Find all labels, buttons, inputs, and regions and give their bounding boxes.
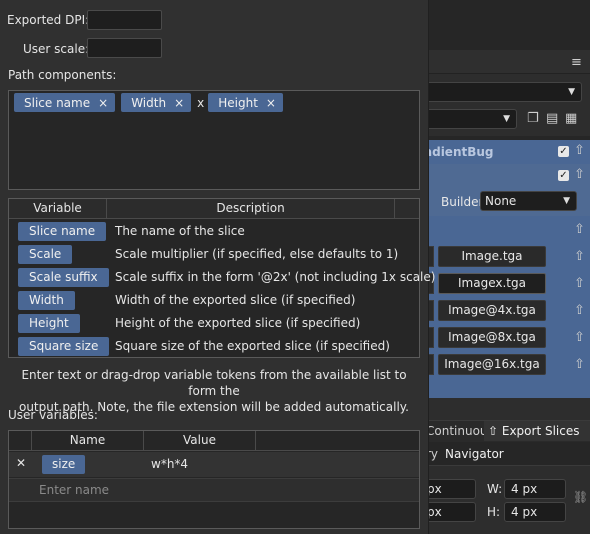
export-icon[interactable]: ⇧ [574, 168, 585, 182]
user-scale-field[interactable] [87, 38, 162, 58]
path-token-row: Slice name × Width × x Height × [14, 93, 289, 112]
tab-navigator[interactable]: Navigator [445, 447, 504, 461]
user-variable-name-token[interactable]: size [42, 455, 86, 474]
panel-header: ≡ [420, 50, 590, 74]
slice-file-name[interactable]: Imagex.tga [438, 273, 546, 294]
user-scale-label: User scale: [23, 42, 90, 56]
path-components-editor[interactable]: Slice name × Width × x Height × [8, 90, 420, 190]
export-icon: ⇧ [488, 424, 502, 438]
variable-description: Height of the exported slice (if specifi… [115, 316, 361, 330]
token-label: Slice name [24, 95, 91, 110]
token-label: Height [218, 95, 258, 110]
variables-table-header: Variable Description [9, 199, 419, 219]
variable-row: Square size Square size of the exported … [9, 335, 419, 358]
column-header-value[interactable]: Value [144, 431, 256, 451]
export-icon[interactable]: ⇧ [574, 277, 585, 291]
tab-export-slices[interactable]: ⇧ Export Slices (2) [484, 421, 590, 458]
app-toolbar [420, 0, 590, 50]
variable-description: The name of the slice [115, 224, 245, 238]
panel-tabs: ry Navigator [420, 442, 590, 466]
user-variable-row: ✕ size w*h*4 [9, 452, 419, 477]
slice-file-name[interactable]: Image@16x.tga [438, 354, 546, 375]
variable-description: Scale suffix in the form '@2x' (not incl… [115, 270, 436, 284]
column-header-variable[interactable]: Variable [9, 199, 107, 219]
variable-token[interactable]: Slice name [18, 222, 107, 241]
paste-icon[interactable]: ▤ [546, 112, 558, 126]
export-icon[interactable]: ⇧ [574, 223, 585, 237]
remove-token-icon[interactable]: × [266, 96, 276, 110]
chevron-down-icon: ▼ [563, 196, 570, 206]
export-icon[interactable]: ⇧ [574, 331, 585, 345]
builder-dropdown[interactable]: None ▼ [480, 191, 577, 211]
variable-row: Height Height of the exported slice (if … [9, 312, 419, 335]
variable-token[interactable]: Scale [18, 245, 73, 264]
chevron-down-icon: ▼ [568, 87, 575, 97]
variable-row: Scale Scale multiplier (if specified, el… [9, 243, 419, 266]
variables-table: Variable Description Slice name The name… [8, 198, 435, 358]
instructions-line: Enter text or drag-drop variable tokens … [21, 368, 407, 398]
slice-export-checkbox[interactable]: ✓ [558, 170, 569, 181]
slice-file-name[interactable]: Image@8x.tga [438, 327, 546, 348]
path-components-label: Path components: [8, 68, 117, 82]
w-label: W: [487, 482, 503, 496]
column-header-name[interactable]: Name [32, 431, 144, 451]
path-token-height[interactable]: Height × [208, 93, 283, 112]
layer-export-checkbox[interactable]: ✓ [558, 146, 569, 157]
variable-description: Scale multiplier (if specified, else def… [115, 247, 399, 261]
panel-menu-icon[interactable]: ≡ [571, 56, 582, 70]
exported-dpi-label: Exported DPI: [7, 13, 90, 27]
export-icon[interactable]: ⇧ [574, 250, 585, 264]
token-label: Width [131, 95, 167, 110]
export-icon[interactable]: ⇧ [574, 304, 585, 318]
variable-description: Width of the exported slice (if specifie… [115, 293, 356, 307]
chevron-down-icon: ▼ [503, 114, 510, 124]
user-variables-header: Name Value [9, 431, 419, 451]
link-icon[interactable]: ⛓ [573, 490, 588, 504]
builder-value: None [485, 194, 517, 208]
format-dropdown[interactable]: ▼ [420, 109, 517, 129]
new-variable-row: Enter name [9, 478, 419, 502]
variable-token[interactable]: Width [18, 291, 75, 310]
height-field[interactable]: 4 px [504, 502, 566, 522]
variable-token[interactable]: Height [18, 314, 80, 333]
path-separator-text[interactable]: x [197, 96, 204, 110]
preset-dropdown[interactable]: ▼ [420, 82, 582, 102]
user-variable-value[interactable]: w*h*4 [151, 457, 188, 471]
variable-row: Slice name The name of the slice [9, 220, 419, 243]
exported-dpi-field[interactable] [87, 10, 162, 30]
export-icon[interactable]: ⇧ [574, 358, 585, 372]
width-field[interactable]: 4 px [504, 479, 566, 499]
user-variables-table: Name Value ✕ size w*h*4 Enter name [8, 430, 420, 529]
column-header-blank [9, 431, 32, 451]
path-settings-popup: Exported DPI: User scale: Path component… [0, 0, 435, 534]
path-token-slice-name[interactable]: Slice name × [14, 93, 116, 112]
panel-spacer [420, 398, 590, 420]
variable-description: Square size of the exported slice (if sp… [115, 339, 390, 353]
column-header-description[interactable]: Description [107, 199, 395, 219]
h-label: H: [487, 505, 501, 519]
delete-variable-icon[interactable]: ✕ [16, 456, 26, 470]
variable-token[interactable]: Scale suffix [18, 268, 109, 287]
copy-icon[interactable]: ❐ [527, 112, 539, 126]
variable-token[interactable]: Square size [18, 337, 110, 356]
remove-token-icon[interactable]: × [98, 96, 108, 110]
layer-row-header[interactable]: adientBug ✓ ⇧ [420, 140, 590, 164]
paste-settings-icon[interactable]: ▦ [565, 112, 577, 126]
export-icon[interactable]: ⇧ [574, 144, 585, 158]
remove-token-icon[interactable]: × [174, 96, 184, 110]
slice-file-name[interactable]: Image@4x.tga [438, 300, 546, 321]
layer-name: adientBug [424, 145, 494, 159]
transform-panel [420, 466, 590, 534]
layer-settings-row: ✓ ⇧ Builder: None ▼ [420, 164, 590, 216]
user-variables-label: User variables: [8, 408, 98, 422]
variable-row: Width Width of the exported slice (if sp… [9, 289, 419, 312]
slice-file-name[interactable]: Image.tga [438, 246, 546, 267]
path-token-width[interactable]: Width × [121, 93, 192, 112]
new-variable-name-input[interactable]: Enter name [39, 483, 109, 497]
variable-row: Scale suffix Scale suffix in the form '@… [9, 266, 435, 289]
